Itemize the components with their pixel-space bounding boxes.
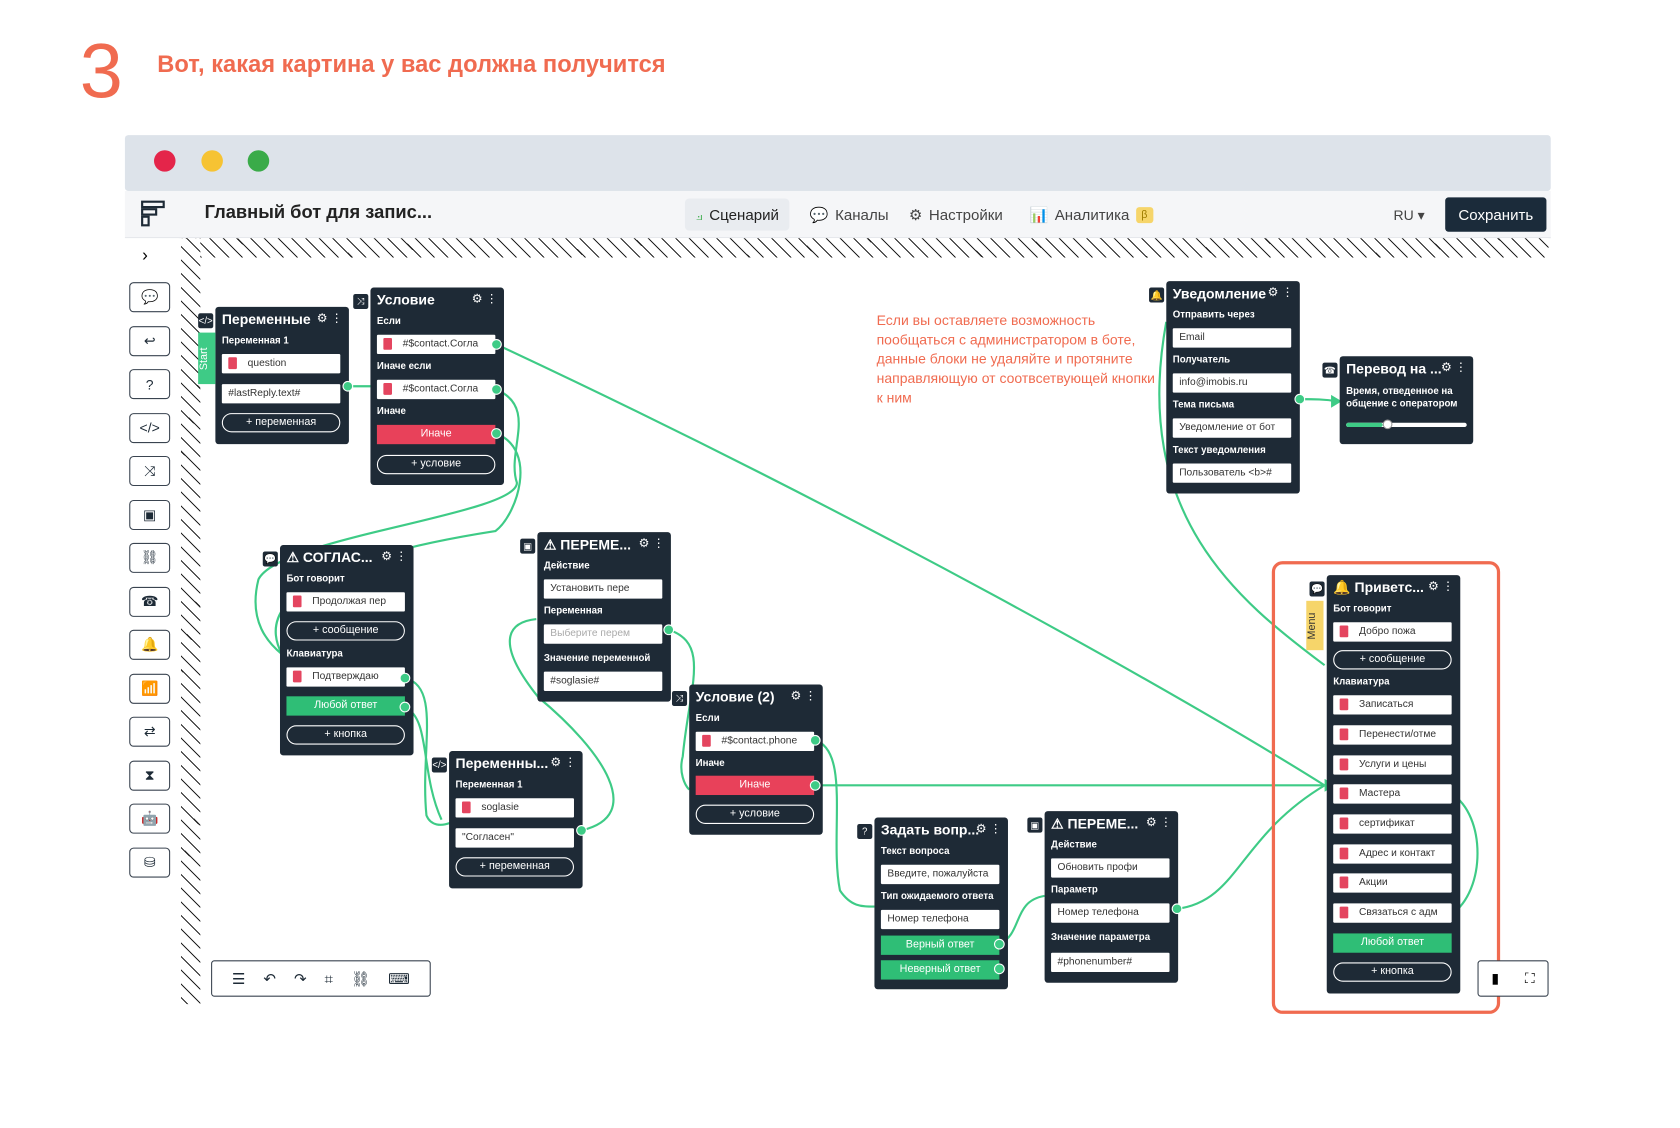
fit-icon[interactable]: ⌗ xyxy=(325,969,333,987)
node-condition[interactable]: Условие ⚙ ⋮ Если #$contact.Согла Иначе е… xyxy=(370,287,504,485)
bell-icon: 🔔 xyxy=(1149,287,1165,303)
node-transfer-operator[interactable]: Перевод на ... ⚙ ⋮ Время, отведенное на … xyxy=(1339,356,1474,445)
add-condition-button[interactable]: + условие xyxy=(695,804,815,824)
notification-text-field[interactable]: Пользователь <b># xyxy=(1172,463,1292,483)
node-variables-start[interactable]: Переменные ⚙ ⋮ Переменная 1 question #la… xyxy=(215,306,349,445)
invalid-answer-branch[interactable]: Неверный ответ xyxy=(880,960,1000,980)
add-variable-button[interactable]: + переменная xyxy=(221,413,341,433)
keyboard-button-field[interactable]: Подтверждаю xyxy=(286,667,405,687)
output-port[interactable] xyxy=(993,938,1005,950)
valid-answer-branch[interactable]: Верный ответ xyxy=(880,935,1000,955)
variable-select[interactable]: Выберите перем xyxy=(543,624,663,644)
node-condition-2[interactable]: Условие (2) ⚙ ⋮ Если #$contact.phone Ина… xyxy=(689,684,823,835)
annotation-note: Если вы оставляете возможность пообщатьс… xyxy=(876,312,1155,406)
any-answer-branch[interactable]: Любой ответ xyxy=(286,696,405,716)
trash-icon[interactable] xyxy=(292,595,302,608)
add-button-button[interactable]: + кнопка xyxy=(286,725,405,745)
card-icon: ▣ xyxy=(520,538,536,554)
trash-icon[interactable] xyxy=(461,801,471,814)
message-field[interactable]: Продолжая пер xyxy=(286,592,405,612)
time-slider[interactable] xyxy=(1346,419,1467,430)
output-port[interactable] xyxy=(663,624,675,636)
trash-icon[interactable] xyxy=(702,734,711,747)
headset-icon: ☎ xyxy=(1322,362,1338,378)
variable-value-field[interactable]: #lastReply.text# xyxy=(221,384,341,404)
trash-icon[interactable] xyxy=(383,337,392,350)
node-settings-icon[interactable]: ⚙ ⋮ xyxy=(976,822,1002,836)
add-variable-button[interactable]: + переменная xyxy=(455,857,574,877)
shuffle-icon: ⤨ xyxy=(671,690,688,706)
output-port[interactable] xyxy=(491,384,502,395)
node-settings-icon[interactable]: ⚙ ⋮ xyxy=(381,549,407,563)
node-settings-icon[interactable]: ⚙ ⋮ xyxy=(317,311,343,325)
node-update-profile[interactable]: ⚠ ПЕРЕМЕ... ⚙ ⋮ Действие Обновить профи … xyxy=(1044,811,1179,983)
keyboard-icon[interactable]: ⌨ xyxy=(388,969,410,987)
parameter-value-field[interactable]: #phonenumber# xyxy=(1051,952,1170,973)
node-settings-icon[interactable]: ⚙ ⋮ xyxy=(639,536,665,551)
node-settings-icon[interactable]: ⚙ ⋮ xyxy=(1268,285,1294,299)
output-port[interactable] xyxy=(809,779,821,791)
add-condition-button[interactable]: + условие xyxy=(376,454,496,475)
output-port[interactable] xyxy=(342,380,354,392)
node-notification[interactable]: Уведомление ⚙ ⋮ Отправить через Email По… xyxy=(1166,281,1300,494)
question-icon: ? xyxy=(857,823,873,840)
output-port[interactable] xyxy=(491,339,502,350)
node-settings-icon[interactable]: ⚙ ⋮ xyxy=(472,292,498,306)
output-port[interactable] xyxy=(1171,903,1183,915)
node-settings-icon[interactable]: ⚙ ⋮ xyxy=(1146,815,1172,829)
start-flag: Start xyxy=(198,332,216,385)
trash-icon[interactable] xyxy=(383,383,392,395)
send-via-select[interactable]: Email xyxy=(1172,328,1292,348)
node-ask-question[interactable]: Задать вопр... ⚙ ⋮ Текст вопроса Введите… xyxy=(874,817,1008,990)
output-port[interactable] xyxy=(491,428,502,439)
question-text-field[interactable]: Введите, пожалуйста xyxy=(880,864,1000,885)
node-title: Переменные xyxy=(221,311,311,328)
map-icon[interactable]: ▮ xyxy=(1491,970,1499,987)
undo-icon[interactable]: ↶ xyxy=(263,969,276,987)
variable-value-field[interactable]: "Согласен" xyxy=(455,828,574,848)
recipient-field[interactable]: info@imobis.ru xyxy=(1172,373,1292,393)
node-set-variable[interactable]: ⚠ ПЕРЕМЕ... ⚙ ⋮ Действие Установить пере… xyxy=(537,532,671,702)
subject-field[interactable]: Уведомление от бот xyxy=(1172,418,1292,438)
trash-icon[interactable] xyxy=(292,670,302,683)
redo-icon[interactable]: ↷ xyxy=(294,969,307,987)
output-port[interactable] xyxy=(576,825,587,836)
variable-name-field[interactable]: soglasie xyxy=(455,798,574,818)
node-settings-icon[interactable]: ⚙ ⋮ xyxy=(1441,360,1467,375)
tree-icon[interactable]: ⛓ xyxy=(351,969,370,987)
node-settings-icon[interactable]: ⚙ ⋮ xyxy=(550,755,576,769)
output-port[interactable] xyxy=(399,701,411,713)
fullscreen-icon[interactable]: ⛶ xyxy=(1525,970,1535,987)
code-icon: </> xyxy=(198,313,214,329)
card-icon: ▣ xyxy=(1027,817,1043,833)
node-settings-icon[interactable]: ⚙ ⋮ xyxy=(791,689,817,703)
add-message-button[interactable]: + сообщение xyxy=(286,621,405,641)
node-variables-2[interactable]: Переменны... ⚙ ⋮ Переменная 1 soglasie "… xyxy=(449,751,583,889)
else-branch[interactable]: Иначе xyxy=(695,775,815,796)
condition-elif-field[interactable]: #$contact.Согла xyxy=(376,379,496,400)
trash-icon[interactable] xyxy=(228,357,237,370)
output-port[interactable] xyxy=(1294,393,1306,405)
output-port[interactable] xyxy=(993,963,1005,975)
variable-value-field[interactable]: #soglasie# xyxy=(543,671,663,691)
view-toolbar: ▮ ⛶ xyxy=(1477,960,1549,997)
output-port[interactable] xyxy=(399,672,411,684)
action-select[interactable]: Установить пере xyxy=(543,579,663,599)
chat-icon: 💬 xyxy=(262,551,278,567)
condition-if-field[interactable]: #$contact.Согла xyxy=(376,334,496,355)
variable-name-field[interactable]: question xyxy=(221,354,341,374)
output-port[interactable] xyxy=(809,734,821,746)
action-select[interactable]: Обновить профи xyxy=(1051,858,1170,878)
answer-type-select[interactable]: Номер телефона xyxy=(880,909,1000,930)
list-icon[interactable]: ☰ xyxy=(232,969,246,987)
parameter-select[interactable]: Номер телефона xyxy=(1051,903,1170,923)
shuffle-icon: ⤨ xyxy=(353,293,369,309)
else-branch[interactable]: Иначе xyxy=(376,424,496,445)
highlight-frame xyxy=(1271,561,1501,1014)
code-icon: </> xyxy=(431,757,447,773)
condition-if-field[interactable]: #$contact.phone xyxy=(695,731,815,752)
node-consent-message[interactable]: ⚠ СОГЛАС... ⚙ ⋮ Бот говорит Продолжая пе… xyxy=(279,545,414,756)
canvas-toolbar: ☰ ↶ ↷ ⌗ ⛓ ⌨ xyxy=(211,960,431,997)
